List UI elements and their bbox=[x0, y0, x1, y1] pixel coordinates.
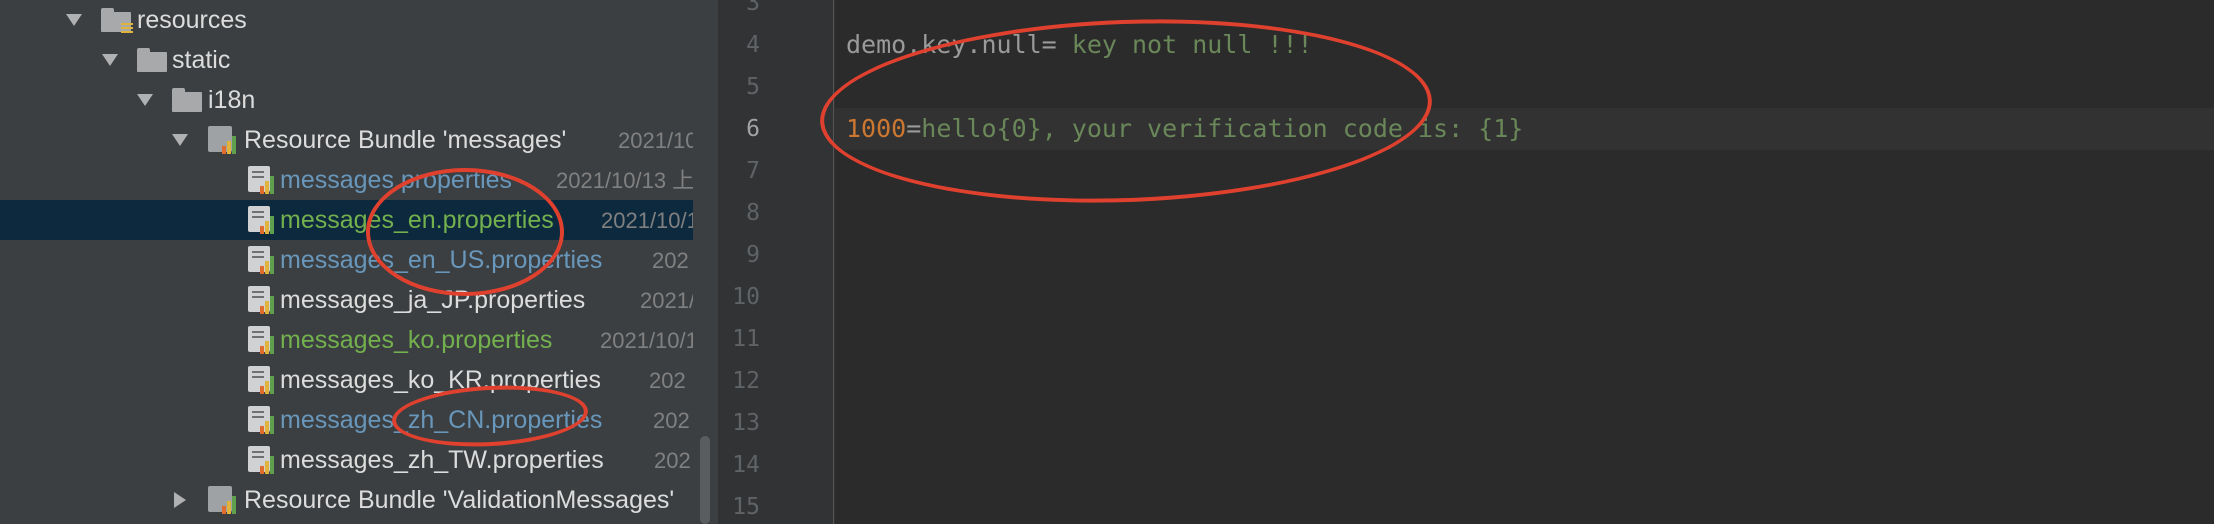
line-number: 7 bbox=[746, 158, 760, 184]
tree-item-timestamp: 2021/10 bbox=[618, 128, 693, 153]
folder-icon bbox=[172, 88, 202, 112]
tree-item-timestamp: 2021/10/1 bbox=[601, 208, 693, 233]
line-number: 9 bbox=[746, 242, 760, 268]
line-number: 5 bbox=[746, 74, 760, 100]
gutter-separator bbox=[833, 0, 834, 524]
annotation-ellipse-messages-en bbox=[366, 168, 564, 296]
line-number: 3 bbox=[746, 0, 760, 16]
line-number-current: 6 bbox=[746, 116, 760, 142]
tree-item-timestamp: 2021/10/13 上 bbox=[556, 168, 693, 193]
properties-file-icon bbox=[246, 206, 276, 234]
tree-item-label: messages_zh_TW.properties bbox=[280, 446, 604, 474]
properties-file-icon bbox=[246, 286, 276, 314]
tree-item-messages-en-properties[interactable]: messages_en.properties 2021/10/1 bbox=[0, 200, 693, 240]
tree-item-messages-ko-properties[interactable]: messages_ko.properties 2021/10/1 bbox=[0, 320, 693, 360]
tree-item-messages-zh-cn-properties[interactable]: messages_zh_CN.properties 202 bbox=[0, 400, 693, 440]
properties-file-icon bbox=[246, 166, 276, 194]
resource-bundle-icon bbox=[208, 486, 238, 514]
line-number: 4 bbox=[746, 32, 760, 58]
properties-file-icon bbox=[246, 326, 276, 354]
tree-scrollbar[interactable] bbox=[700, 436, 710, 524]
properties-file-icon bbox=[246, 446, 276, 474]
tree-item-timestamp: 2021/10/1 bbox=[600, 328, 693, 353]
tree-item-resource-bundle-messages[interactable]: Resource Bundle 'messages' 2021/10 bbox=[0, 120, 693, 160]
chevron-right-icon[interactable] bbox=[174, 492, 186, 508]
project-tree-viewport: resources static i18n Resource Bundle 'm… bbox=[0, 0, 693, 524]
project-tree-panel: resources static i18n Resource Bundle 'm… bbox=[0, 0, 718, 524]
chevron-down-icon[interactable] bbox=[137, 94, 153, 106]
tree-item-label: Resource Bundle 'messages' bbox=[244, 126, 567, 154]
tree-item-timestamp: 202 bbox=[654, 448, 691, 473]
line-number: 10 bbox=[732, 284, 760, 310]
chevron-down-icon[interactable] bbox=[102, 54, 118, 66]
line-number: 11 bbox=[732, 326, 760, 352]
tree-item-timestamp: 2021/ bbox=[640, 288, 693, 313]
properties-file-icon bbox=[246, 246, 276, 274]
line-number: 14 bbox=[732, 452, 760, 478]
line-number: 15 bbox=[732, 494, 760, 520]
tree-item-messages-zh-tw-properties[interactable]: messages_zh_TW.properties 202 bbox=[0, 440, 693, 480]
properties-file-icon bbox=[246, 406, 276, 434]
tree-item-resources[interactable]: resources bbox=[0, 0, 693, 40]
tree-item-label: Resource Bundle 'ValidationMessages' bbox=[244, 486, 675, 514]
tree-item-resource-bundle-validationmessages[interactable]: Resource Bundle 'ValidationMessages' bbox=[0, 480, 693, 520]
resources-folder-icon bbox=[101, 8, 133, 33]
tree-item-label: messages_ko.properties bbox=[280, 326, 553, 354]
line-number: 13 bbox=[732, 410, 760, 436]
tree-item-label: static bbox=[172, 46, 231, 74]
properties-file-icon bbox=[246, 366, 276, 394]
resource-bundle-icon bbox=[208, 126, 238, 154]
tree-item-i18n[interactable]: i18n bbox=[0, 80, 693, 120]
chevron-down-icon[interactable] bbox=[66, 14, 82, 26]
tree-item-timestamp: 202 bbox=[653, 408, 690, 433]
tree-item-timestamp: 202 bbox=[652, 248, 689, 273]
line-number: 8 bbox=[746, 200, 760, 226]
tree-item-messages-ja-jp-properties[interactable]: messages_ja_JP.properties 2021/ bbox=[0, 280, 693, 320]
tree-item-timestamp: 202 bbox=[649, 368, 686, 393]
chevron-down-icon[interactable] bbox=[172, 134, 188, 146]
tree-item-messages-en-us-properties[interactable]: messages_en_US.properties 202 bbox=[0, 240, 693, 280]
tree-item-label: i18n bbox=[208, 86, 256, 114]
tree-item-messages-properties[interactable]: messages.properties 2021/10/13 上 bbox=[0, 160, 693, 200]
tree-item-static[interactable]: static bbox=[0, 40, 693, 80]
line-number: 12 bbox=[732, 368, 760, 394]
folder-icon bbox=[137, 48, 167, 72]
tree-item-label: resources bbox=[137, 6, 247, 34]
tree-item-messages-ko-kr-properties[interactable]: messages_ko_KR.properties 202 bbox=[0, 360, 693, 400]
